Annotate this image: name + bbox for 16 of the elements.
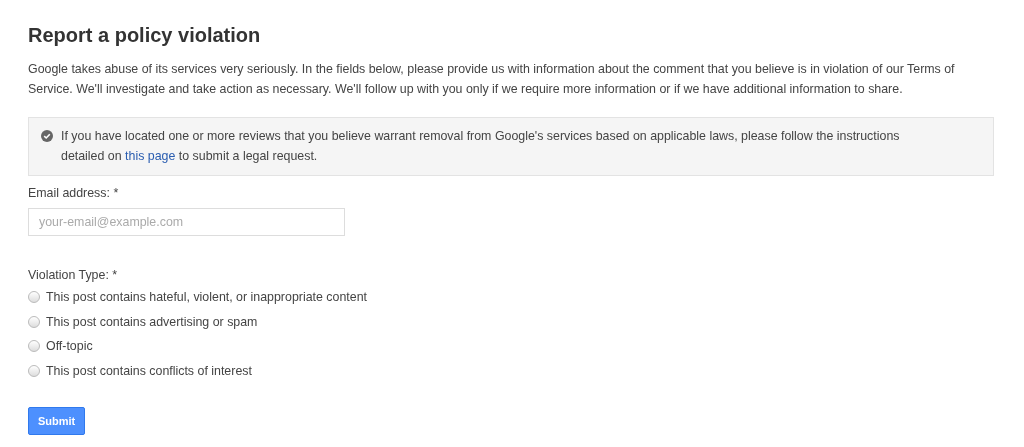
violation-type-label: Violation Type: * — [28, 268, 118, 282]
option-label[interactable]: This post contains conflicts of interest — [46, 363, 252, 378]
intro-text: Google takes abuse of its services very seriously. In the fields below, please provide us with information about the comment that you believe is in violation of our Terms of Service. We'll investigate and take action as necessary. We'll follow up with you only if we require more information or if we have additional information to share. — [28, 61, 956, 98]
email-label: Email address: * — [28, 186, 119, 200]
notice-text: If you have located one or more reviews that you believe warrant removal from Google's services based on applicable laws, please follow the instructions detailed on this page to submit a legal request. — [61, 128, 901, 165]
radio-button[interactable] — [28, 291, 40, 304]
radio-button[interactable] — [28, 340, 40, 353]
option-label[interactable]: This post contains advertising or spam — [46, 314, 258, 329]
page-title: Report a policy violation — [28, 24, 262, 47]
check-icon — [41, 130, 53, 142]
this-page-link[interactable]: this page — [125, 149, 176, 163]
email-field[interactable]: your-email@example.com — [28, 208, 345, 236]
option-label[interactable]: Off-topic — [46, 339, 93, 354]
radio-button[interactable] — [28, 364, 40, 377]
option-label[interactable]: This post contains hateful, violent, or inappropriate content — [46, 290, 367, 305]
radio-button[interactable] — [28, 315, 40, 328]
